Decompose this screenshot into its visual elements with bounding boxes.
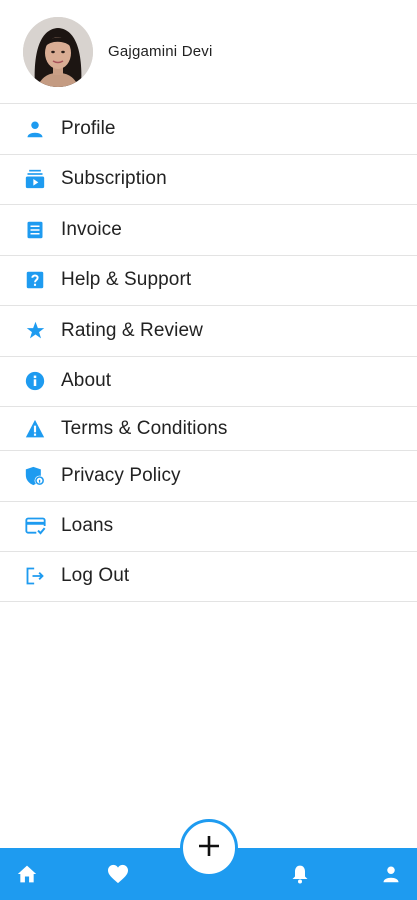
menu-item-label: Loans	[61, 515, 114, 537]
warning-icon	[24, 418, 46, 440]
menu-item-label: About	[61, 370, 112, 392]
menu-item-rating-review[interactable]: Rating & Review	[0, 305, 417, 356]
side-menu: Profile Subscription Invoice Help & Supp…	[0, 103, 417, 602]
menu-item-about[interactable]: About	[0, 355, 417, 407]
menu-item-help-support[interactable]: Help & Support	[0, 254, 417, 306]
heart-icon[interactable]	[106, 862, 130, 886]
avatar[interactable]	[23, 16, 93, 87]
profile-header: Gajgamini Devi	[0, 0, 417, 103]
user-name: Gajgamini Devi	[108, 43, 213, 60]
menu-item-label: Rating & Review	[61, 319, 203, 341]
card-check-icon	[24, 515, 46, 537]
menu-item-label: Help & Support	[61, 269, 192, 291]
star-icon	[24, 320, 46, 342]
subscription-icon	[24, 168, 46, 190]
bell-icon[interactable]	[288, 862, 312, 886]
menu-item-privacy-policy[interactable]: Privacy Policy	[0, 450, 417, 501]
logout-icon	[24, 565, 46, 587]
menu-item-label: Invoice	[61, 218, 122, 240]
menu-item-invoice[interactable]: Invoice	[0, 204, 417, 255]
home-icon[interactable]	[15, 862, 39, 886]
menu-item-label: Log Out	[61, 565, 130, 587]
menu-item-profile[interactable]: Profile	[0, 103, 417, 154]
plus-icon	[197, 834, 221, 863]
info-icon	[24, 370, 46, 392]
menu-item-log-out[interactable]: Log Out	[0, 551, 417, 602]
menu-item-label: Subscription	[61, 168, 167, 190]
menu-item-label: Profile	[61, 117, 116, 139]
invoice-icon	[24, 219, 46, 241]
menu-item-loans[interactable]: Loans	[0, 500, 417, 552]
add-button[interactable]	[180, 819, 238, 877]
person-icon	[24, 118, 46, 140]
person-icon[interactable]	[379, 862, 403, 886]
menu-item-subscription[interactable]: Subscription	[0, 153, 417, 205]
privacy-shield-icon	[24, 465, 46, 487]
menu-item-label: Privacy Policy	[61, 464, 181, 486]
help-icon	[24, 269, 46, 291]
menu-item-terms-conditions[interactable]: Terms & Conditions	[0, 406, 417, 450]
menu-item-label: Terms & Conditions	[61, 417, 228, 439]
avatar-photo	[23, 16, 93, 87]
